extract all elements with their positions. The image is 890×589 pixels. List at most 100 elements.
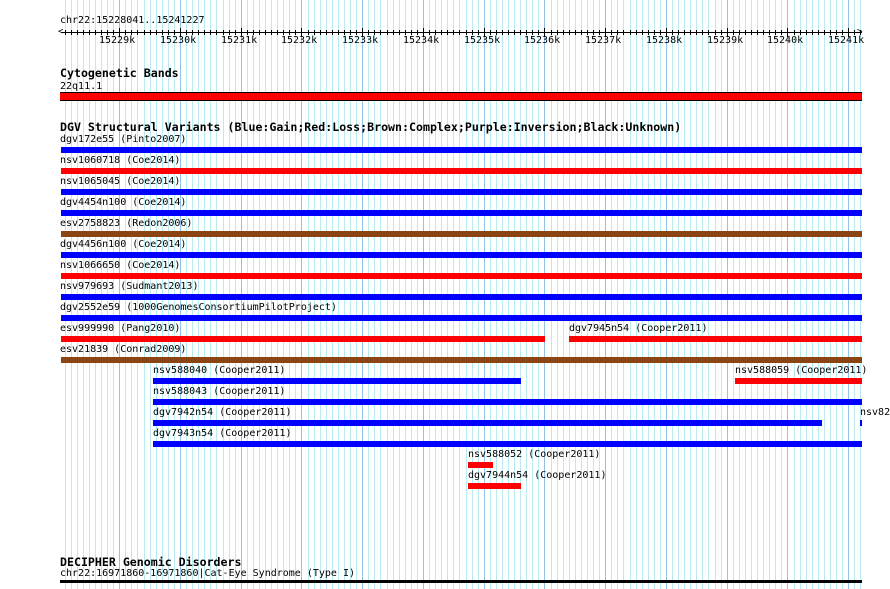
ruler-tick (763, 30, 764, 35)
ruler-tick-label: 15241k (828, 35, 865, 46)
feature-label: dgv2552e59 (1000GenomesConsortiumPilotPr… (60, 302, 337, 313)
feature-label: nsv82 (860, 407, 890, 418)
feature-label: esv2758823 (Redon2006) (60, 218, 193, 229)
variant-bar-gain[interactable] (61, 189, 862, 195)
ruler-tick (751, 30, 752, 35)
variant-bar-loss[interactable] (735, 378, 862, 384)
ruler-tick (89, 30, 90, 35)
feature-label: dgv7944n54 (Cooper2011) (468, 470, 607, 481)
feature-label: dgv7945n54 (Cooper2011) (569, 323, 708, 334)
ruler-tick (320, 30, 321, 35)
ruler-tick-label: 15239k (707, 35, 744, 46)
ruler-tick-label: 15229k (99, 35, 136, 46)
ruler-tick (204, 30, 205, 35)
ruler-tick (277, 30, 278, 35)
ruler-tick (271, 30, 272, 35)
feature-label: nsv1066650 (Coe2014) (60, 260, 181, 271)
variant-bar-gain[interactable] (153, 378, 521, 384)
variant-bar-gain[interactable] (61, 252, 862, 258)
variant-bar-loss[interactable] (61, 168, 862, 174)
ruler-tick-label: 15237k (585, 35, 622, 46)
variant-bar-loss[interactable] (468, 483, 521, 489)
variant-bar-loss[interactable] (61, 273, 862, 279)
ruler-tick (514, 30, 515, 35)
ruler-tick-label: 15236k (524, 35, 561, 46)
ruler-tick (156, 30, 157, 35)
ruler-tick-label: 15231k (221, 35, 258, 46)
ruler-tick (399, 30, 400, 35)
ruler-tick (502, 30, 503, 35)
feature-label: dgv172e55 (Pinto2007) (60, 134, 187, 145)
variant-bar-gain[interactable] (61, 147, 862, 153)
ruler-arrow-left-icon: < (58, 27, 64, 37)
ruler-tick (210, 30, 211, 35)
ruler-tick (95, 30, 96, 35)
variant-bar-gain[interactable] (153, 420, 822, 426)
feature-label: nsv1065045 (Coe2014) (60, 176, 181, 187)
ruler-tick (441, 30, 442, 35)
feature-label: nsv979693 (Sudmant2013) (60, 281, 199, 292)
variant-bar-loss[interactable] (569, 336, 862, 342)
ruler-tick (338, 30, 339, 35)
feature-label: esv21839 (Conrad2009) (60, 344, 187, 355)
ruler-tick (326, 30, 327, 35)
ruler-tick (216, 30, 217, 35)
feature-label: nsv1060718 (Coe2014) (60, 155, 181, 166)
feature-label: nsv588043 (Cooper2011) (153, 386, 286, 397)
cytoband-bar[interactable] (60, 92, 862, 101)
feature-label: dgv7943n54 (Cooper2011) (153, 428, 292, 439)
ruler-tick (387, 30, 388, 35)
ruler-tick (757, 30, 758, 35)
ruler-tick (824, 30, 825, 35)
ruler-tick (265, 30, 266, 35)
feature-label: dgv7942n54 (Cooper2011) (153, 407, 292, 418)
variant-bar-gain[interactable] (61, 294, 862, 300)
ruler-tick (806, 30, 807, 35)
ruler-tick (65, 30, 66, 35)
decipher-bar[interactable] (60, 580, 862, 583)
variant-bar-gain[interactable] (61, 210, 862, 216)
ruler-tick-label: 15238k (646, 35, 683, 46)
variant-bar-loss[interactable] (61, 336, 545, 342)
feature-label: nsv588059 (Cooper2011) (735, 365, 868, 376)
ruler-tick (332, 30, 333, 35)
variant-bar-loss[interactable] (468, 462, 493, 468)
ruler-tick-label: 15232k (281, 35, 318, 46)
feature-label: dgv4456n100 (Coe2014) (60, 239, 187, 250)
variant-bar-gain[interactable] (61, 315, 862, 321)
cytoband-track-title: Cytogenetic Bands (60, 66, 179, 80)
ruler-tick (259, 30, 260, 35)
ruler-tick (569, 30, 570, 35)
ruler-tick (137, 30, 138, 35)
variant-bar-gain[interactable] (860, 420, 862, 426)
ruler-tick-label: 15233k (342, 35, 379, 46)
ruler-tick (563, 30, 564, 35)
ruler-tick (150, 30, 151, 35)
ruler-tick (71, 30, 72, 35)
ruler-tick-label: 15234k (403, 35, 440, 46)
dgv-track-title: DGV Structural Variants (Blue:Gain;Red:L… (60, 120, 682, 134)
ruler-tick (144, 30, 145, 35)
ruler-tick (684, 30, 685, 35)
ruler-tick (581, 30, 582, 35)
ruler-tick (745, 30, 746, 35)
ruler-line (61, 32, 862, 33)
feature-label: nsv588040 (Cooper2011) (153, 365, 286, 376)
variant-bar-complex[interactable] (61, 357, 862, 363)
ruler-tick (508, 30, 509, 35)
genome-browser-panel: chr22:15228041..15241227 <>15229k15230k1… (0, 0, 890, 589)
ruler-tick-label: 15230k (160, 35, 197, 46)
variant-bar-complex[interactable] (61, 231, 862, 237)
ruler-tick (198, 30, 199, 35)
feature-label: esv999990 (Pang2010) (60, 323, 181, 334)
ruler-tick (696, 30, 697, 35)
ruler-tick (83, 30, 84, 35)
ruler-tick (702, 30, 703, 35)
variant-bar-gain[interactable] (153, 441, 862, 447)
feature-label: dgv4454n100 (Coe2014) (60, 197, 187, 208)
ruler-tick (575, 30, 576, 35)
variant-bar-gain[interactable] (153, 399, 862, 405)
ruler-tick (459, 30, 460, 35)
decipher-label: chr22:16971860-16971860|Cat-Eye Syndrome… (60, 568, 356, 579)
ruler-tick (77, 30, 78, 35)
